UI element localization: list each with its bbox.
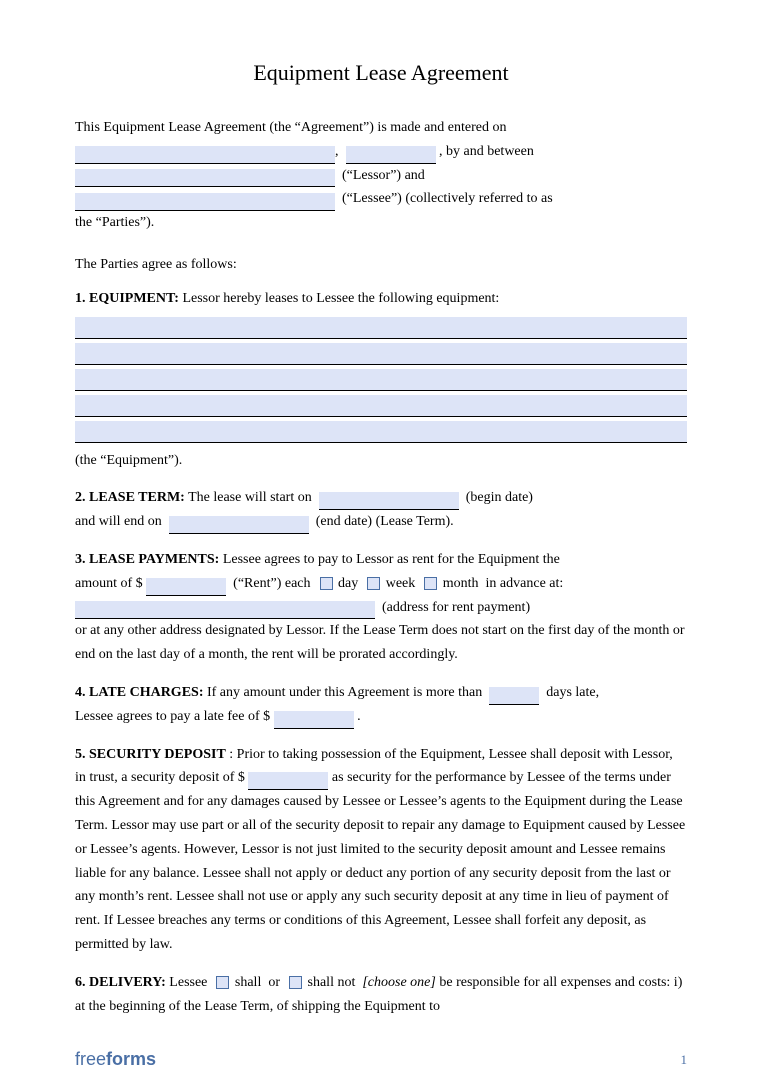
s3-title: 3. LEASE PAYMENTS:	[75, 552, 219, 567]
footer: freeforms 1	[0, 1049, 762, 1070]
s6-title: 6. DELIVERY:	[75, 975, 166, 990]
section-3: 3. LEASE PAYMENTS: Lessee agrees to pay …	[75, 548, 687, 667]
s4-text1: If any amount under this Agreement is mo…	[207, 685, 482, 700]
section-4: 4. LATE CHARGES: If any amount under thi…	[75, 681, 687, 729]
day-checkbox[interactable]	[320, 577, 333, 590]
s2-title: 2. LEASE TERM:	[75, 490, 185, 505]
s3-addr-label: (address for rent payment)	[382, 600, 530, 615]
s3-text2: (“Rent”) each	[233, 576, 310, 591]
lessor-label: (“Lessor”) and	[342, 168, 425, 183]
s3-text3: in advance at:	[486, 576, 564, 591]
section-1: 1. EQUIPMENT: Lessor hereby leases to Le…	[75, 287, 687, 473]
s2-begin-label: (begin date)	[466, 490, 533, 505]
page: Equipment Lease Agreement This Equipment…	[0, 0, 762, 1092]
s1-text: Lessor hereby leases to Lessee the follo…	[182, 291, 499, 306]
agreement-date-field[interactable]	[75, 146, 335, 164]
s5-text2: as security for the performance by Lesse…	[75, 770, 685, 952]
s3-day: day	[338, 576, 358, 591]
s1-end: (the “Equipment”).	[75, 453, 182, 468]
parties-label: the “Parties”).	[75, 215, 154, 230]
late-days-field[interactable]	[489, 687, 539, 705]
page-title: Equipment Lease Agreement	[75, 60, 687, 86]
shall-not-checkbox[interactable]	[289, 976, 302, 989]
s3-text4: or at any other address designated by Le…	[75, 619, 687, 667]
rent-address-field[interactable]	[75, 601, 375, 619]
s6-shall: shall	[235, 975, 261, 990]
s2-text1: The lease will start on	[188, 490, 312, 505]
s5-title: 5. SECURITY DEPOSIT	[75, 747, 226, 762]
s6-or: or	[268, 975, 280, 990]
security-deposit-field[interactable]	[248, 772, 328, 790]
agreement-year-field[interactable]	[346, 146, 436, 164]
equipment-line-5[interactable]	[75, 421, 687, 443]
freeforms-logo: freeforms	[75, 1049, 156, 1070]
equipment-line-2[interactable]	[75, 343, 687, 365]
late-fee-field[interactable]	[274, 711, 354, 729]
equipment-line-1[interactable]	[75, 317, 687, 339]
section-5: 5. SECURITY DEPOSIT : Prior to taking po…	[75, 743, 687, 957]
week-checkbox[interactable]	[367, 577, 380, 590]
s6-shall-not: shall not	[308, 975, 356, 990]
s6-text1: Lessee	[169, 975, 207, 990]
equipment-lines	[75, 317, 687, 443]
lessee-label: (“Lessee”) (collectively referred to as	[342, 191, 553, 206]
s4-text2: Lessee agrees to pay a late fee of $	[75, 709, 270, 724]
s1-title: 1. EQUIPMENT:	[75, 291, 179, 306]
s6-italic: [choose one]	[362, 975, 436, 990]
agree-block: The Parties agree as follows:	[75, 253, 687, 277]
s3-month: month	[443, 576, 479, 591]
equipment-line-3[interactable]	[75, 369, 687, 391]
page-number: 1	[681, 1052, 688, 1068]
section-6: 6. DELIVERY: Lessee shall or shall not […	[75, 971, 687, 1019]
lease-begin-date-field[interactable]	[319, 492, 459, 510]
s3-week: week	[386, 576, 416, 591]
lease-end-date-field[interactable]	[169, 516, 309, 534]
lessee-name-field[interactable]	[75, 193, 335, 211]
intro-line1: This Equipment Lease Agreement (the “Agr…	[75, 120, 507, 135]
s2-text2: and will end on	[75, 514, 162, 529]
rent-amount-field[interactable]	[146, 578, 226, 596]
shall-checkbox[interactable]	[216, 976, 229, 989]
s3-amount-label: amount of $	[75, 576, 143, 591]
equipment-line-4[interactable]	[75, 395, 687, 417]
intro-block: This Equipment Lease Agreement (the “Agr…	[75, 116, 687, 235]
s2-end-label: (end date) (Lease Term).	[316, 514, 454, 529]
s4-text3: .	[357, 709, 361, 724]
logo-free: free	[75, 1049, 106, 1069]
s4-days-label: days late,	[546, 685, 599, 700]
section-2: 2. LEASE TERM: The lease will start on (…	[75, 486, 687, 534]
s3-text1: Lessee agrees to pay to Lessor as rent f…	[223, 552, 560, 567]
lessor-name-field[interactable]	[75, 169, 335, 187]
agree-text: The Parties agree as follows:	[75, 257, 237, 272]
month-checkbox[interactable]	[424, 577, 437, 590]
logo-forms: forms	[106, 1049, 156, 1069]
s4-title: 4. LATE CHARGES:	[75, 685, 203, 700]
intro-line2: , by and between	[439, 144, 534, 159]
